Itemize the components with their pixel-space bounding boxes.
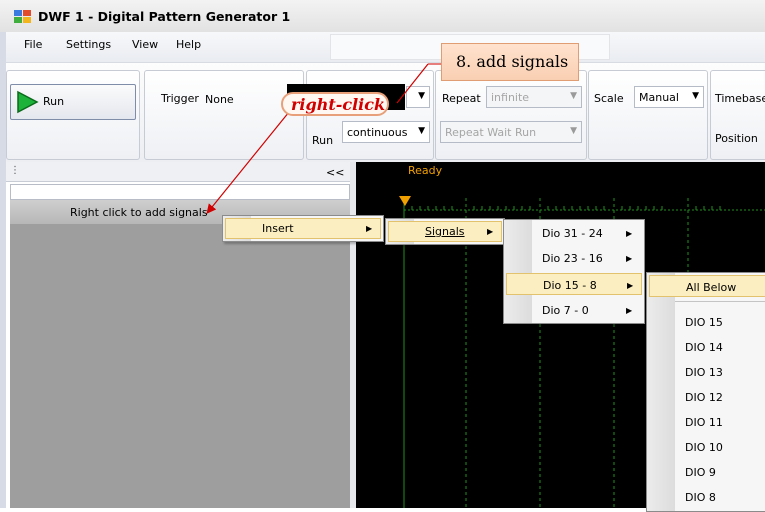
menu-item-label: All Below [686,281,737,294]
repeat-value: infinite [491,91,530,104]
menu-item-label: Dio 7 - 0 [542,304,589,317]
signals-panel-top [10,184,350,200]
menu-item-dio-31-24[interactable]: Dio 31 - 24 ▶ [506,222,642,244]
menu-item-dio-11[interactable]: DIO 11 [649,411,765,433]
repeat-wait-select[interactable]: Repeat Wait Run ▼ [440,121,582,143]
app-icon [14,10,31,23]
context-menu-level1: Insert ▶ [222,215,384,242]
signals-list[interactable] [10,200,350,508]
trigger-group [144,70,304,160]
menu-item-label: DIO 11 [685,416,723,429]
menu-item-insert[interactable]: Insert ▶ [225,218,381,239]
menu-item-label: Dio 31 - 24 [542,227,603,240]
context-menu-level4: All Below DIO 15 DIO 14 DIO 13 DIO 12 DI… [646,272,765,512]
repeat-group [435,70,587,160]
trigger-source-dropdown[interactable]: ▼ [406,86,430,108]
repeat-wait-value: Repeat Wait Run [445,126,537,139]
run-button-label: Run [43,95,65,108]
menu-item-dio-15-8[interactable]: Dio 15 - 8 ▶ [506,273,642,295]
repeat-label: Repeat [442,92,481,105]
menu-item-label: DIO 8 [685,491,716,504]
signals-hint: Right click to add signals [70,206,208,219]
right-click-text: right-click [291,95,386,114]
run-button[interactable]: Run [10,84,136,120]
run-mode-select[interactable]: continuous ▼ [342,121,430,143]
menu-item-label: DIO 13 [685,366,723,379]
submenu-arrow-icon: ▶ [626,306,633,315]
menu-item-dio-14[interactable]: DIO 14 [649,336,765,358]
menu-item-dio-13[interactable]: DIO 13 [649,361,765,383]
chevron-down-icon: ▼ [692,91,699,101]
menu-item-label: DIO 9 [685,466,716,479]
menu-item-label: DIO 15 [685,316,723,329]
play-icon [17,90,39,114]
run-mode-label: Run [312,134,334,147]
timebase-label: Timebase [715,92,765,105]
trigger-marker-icon[interactable] [399,196,411,206]
menu-item-label: Dio 23 - 16 [542,252,603,265]
menu-item-dio-15[interactable]: DIO 15 [649,311,765,333]
grip-icon[interactable]: ⋮ [10,165,20,176]
scale-select[interactable]: Manual ▼ [634,86,704,108]
run-mode-value: continuous [347,126,408,139]
signals-panel-header: ⋮ << [6,162,350,182]
menu-separator [675,301,765,302]
plot-status: Ready [408,164,443,177]
submenu-arrow-icon: ▶ [627,281,634,290]
context-menu-level3: Dio 31 - 24 ▶ Dio 23 - 16 ▶ Dio 15 - 8 ▶… [503,219,645,324]
menu-item-label: DIO 12 [685,391,723,404]
menu-help[interactable]: Help [176,38,201,51]
position-label: Position [715,132,758,145]
scale-value: Manual [639,91,679,104]
trigger-select[interactable]: None [200,88,282,110]
menu-item-dio-10[interactable]: DIO 10 [649,436,765,458]
menu-item-insert-label: Insert [262,222,294,235]
menu-settings[interactable]: Settings [66,38,111,51]
submenu-arrow-icon: ▶ [487,227,494,236]
submenu-arrow-icon: ▶ [626,254,633,263]
repeat-select[interactable]: infinite ▼ [486,86,582,108]
chevron-down-icon: ▼ [570,126,577,136]
scale-label: Scale [594,92,624,105]
menu-item-signals-label: Signals [425,225,465,238]
chevron-down-icon: ▼ [418,91,425,101]
menu-item-dio-12[interactable]: DIO 12 [649,386,765,408]
step-callout-text: 8. add signals [456,52,569,71]
menu-item-all-below[interactable]: All Below [649,275,765,297]
menu-view[interactable]: View [132,38,158,51]
menu-item-dio-23-16[interactable]: Dio 23 - 16 ▶ [506,247,642,269]
menu-item-label: DIO 10 [685,441,723,454]
submenu-arrow-icon: ▶ [366,224,373,233]
step-callout: 8. add signals [441,43,579,81]
chevron-down-icon: ▼ [570,91,577,101]
trigger-label: Trigger [161,92,199,105]
menu-item-dio-9[interactable]: DIO 9 [649,461,765,483]
submenu-arrow-icon: ▶ [626,229,633,238]
context-menu-level2: Signals ▶ [385,218,505,245]
menu-item-dio-8[interactable]: DIO 8 [649,486,765,508]
chevron-down-icon: ▼ [418,126,425,136]
trigger-value: None [205,93,234,106]
collapse-panel-button[interactable]: << [326,166,344,179]
menu-file[interactable]: File [24,38,42,51]
menu-item-signals[interactable]: Signals ▶ [388,221,502,242]
menu-item-label: DIO 14 [685,341,723,354]
scale-group [588,70,708,160]
window-title: DWF 1 - Digital Pattern Generator 1 [38,9,291,24]
menu-item-label: Dio 15 - 8 [543,279,597,292]
right-click-callout: right-click [281,92,389,116]
timebase-group [710,70,765,160]
menu-item-dio-7-0[interactable]: Dio 7 - 0 ▶ [506,299,642,321]
